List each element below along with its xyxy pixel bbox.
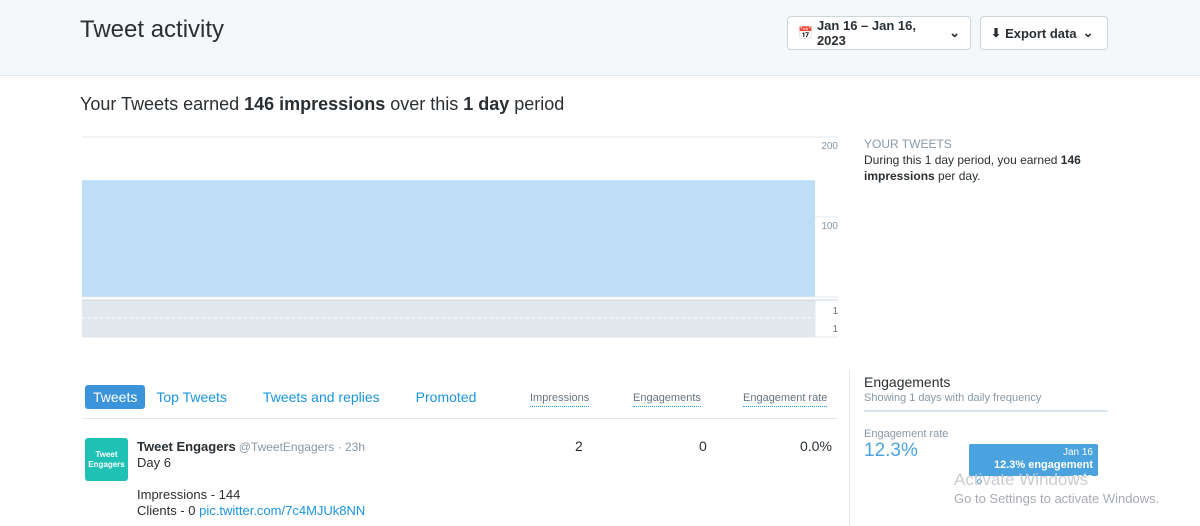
impressions-bar [82,180,815,297]
column-engagement-rate[interactable]: Engagement rate [743,392,828,407]
impressions-summary: Your Tweets earned 146 impressions over … [80,94,564,115]
date-range-button[interactable]: 📅 Jan 16 – Jan 16, 2023 ⌄ [787,16,971,50]
engagements-bar [82,300,815,337]
summary-period: 1 day [463,94,510,114]
tab-tweets-and-replies[interactable]: Tweets and replies [255,385,388,409]
lower-tick-label: 1 [832,324,838,335]
date-range-label: Jan 16 – Jan 16, 2023 [816,18,916,48]
column-impressions[interactable]: Impressions [530,392,590,407]
column-engagements[interactable]: Engagements [633,392,701,407]
activate-windows-title: Activate Windows [954,470,1089,489]
tweet-impressions: 2 [575,438,583,454]
your-tweets-heading: YOUR TWEETS [864,137,952,151]
tab-tweets[interactable]: Tweets [85,385,146,409]
tweet-line-3: Clients - 0 [137,503,200,518]
panel-divider [849,370,850,526]
your-tweets-suffix: per day. [934,169,981,183]
tab-top-tweets[interactable]: Top Tweets [148,385,235,409]
calendar-icon: 📅 [798,26,813,40]
download-icon: ⬇ [991,26,1002,40]
table-divider [82,418,837,419]
engagements-title: Engagements [864,374,951,390]
your-tweets-text: During this 1 day period, you earned 146… [864,152,1104,184]
export-data-button[interactable]: ⬇ Export data ⌄ [980,16,1108,50]
tooltip-date: Jan 16 [1062,447,1093,458]
tweet-engagement-rate: 0.0% [800,438,832,454]
y-tick-label: 200 [821,141,838,152]
top-bar: Tweet activity 📅 Jan 16 – Jan 16, 2023 ⌄… [0,0,1200,76]
summary-middle: over this [385,94,464,114]
tweet-author-handle: @TweetEngagers · 23h [238,440,365,454]
your-tweets-prefix: During this 1 day period, you earned [864,153,1061,167]
tweet-text: Day 6 Impressions - 144 Clients - 0 pic.… [137,455,365,519]
engagements-subtitle: Showing 1 days with daily frequency [864,392,1042,404]
engagement-rate-label: Engagement rate [864,428,949,440]
tweet-line-1: Day 6 [137,455,171,470]
avatar-text-1: Tweet [95,450,118,459]
activate-windows-text: Go to Settings to activate Windows. [954,491,1160,506]
chevron-down-icon: ⌄ [949,25,960,40]
page-title: Tweet activity [80,16,225,43]
summary-impressions: 146 impressions [244,94,386,114]
summary-prefix: Your Tweets earned [80,94,245,114]
engagement-rate-value: 12.3% [864,440,918,461]
tweet-author-name[interactable]: Tweet Engagers [137,439,236,454]
tweet-line-2: Impressions - 144 [137,487,241,502]
tweet-link[interactable]: pic.twitter.com/7c4MJUk8NN [199,503,365,518]
tab-promoted[interactable]: Promoted [408,385,485,409]
summary-suffix: period [509,94,565,114]
y-tick-label: 100 [821,221,838,232]
export-label: Export data [1005,25,1077,41]
tweet-author: Tweet Engagers @TweetEngagers · 23h [137,439,365,454]
lower-tick-label: 1 [832,306,838,317]
avatar[interactable]: Tweet Engagers [85,438,128,481]
engagements-divider [864,410,1108,412]
tweet-tabs: Tweets Top Tweets Tweets and replies Pro… [85,385,504,409]
avatar-text-2: Engagers [88,460,125,469]
chevron-down-icon: ⌄ [1082,25,1094,40]
tweet-engagements: 0 [699,438,707,454]
